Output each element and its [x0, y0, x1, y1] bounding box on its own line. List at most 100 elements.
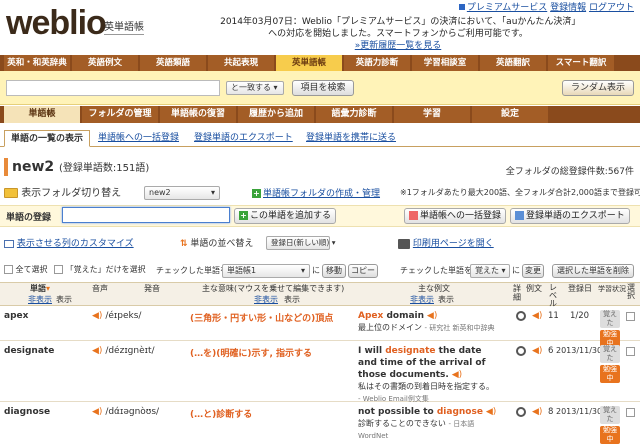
learned-badge[interactable]: 覚えた	[600, 345, 620, 363]
col-word-hide[interactable]: 非表示	[28, 295, 52, 305]
weblio-logo[interactable]: weblio	[6, 6, 107, 40]
bulk-checked-label-2: チェックした単語を	[400, 266, 472, 275]
move-button[interactable]: 移動	[322, 264, 346, 278]
subnav-vocab-diagnosis[interactable]: 語彙力診断	[316, 106, 392, 123]
search-input[interactable]	[6, 80, 220, 96]
row-level: 6	[548, 346, 554, 356]
row-checkbox[interactable]	[626, 312, 635, 321]
nav-thesaurus[interactable]: 英語類語	[140, 55, 206, 71]
studying-badge[interactable]: 勉強中	[600, 426, 620, 444]
row-date: 2013/11/30	[556, 346, 603, 355]
row-checkbox[interactable]	[626, 347, 635, 356]
speaker-icon[interactable]: ◀)	[92, 311, 102, 321]
row-meaning[interactable]: (…を)(明確に)示す, 指示する	[190, 346, 312, 359]
bulk-register-button[interactable]: 単語帳への一括登録	[404, 208, 507, 224]
select-all-checkbox[interactable]	[4, 265, 13, 274]
row-word[interactable]: designate	[4, 346, 54, 356]
announcement: 2014年03月07日：Weblio「プレミアムサービス」の決済において、「au…	[218, 16, 578, 52]
col-meaning-hide[interactable]: 非表示	[254, 295, 278, 305]
subnav-history-add[interactable]: 履歴から追加	[238, 106, 314, 123]
register-info-link[interactable]: 登録情報	[550, 3, 586, 13]
columns-icon	[4, 239, 14, 248]
row-pronunciation: ◀) /dézɪgnèɪt/	[92, 346, 155, 356]
folder-create: + 単語帳フォルダの作成・管理	[252, 186, 380, 199]
row-date: 1/20	[570, 311, 590, 321]
col-word[interactable]: 単語▾	[30, 284, 50, 294]
folder-create-link[interactable]: 単語帳フォルダの作成・管理	[263, 189, 380, 199]
row-checkbox[interactable]	[626, 408, 635, 417]
subnav-settings[interactable]: 設定	[472, 106, 548, 123]
nav-collocations[interactable]: 共起表現	[208, 55, 274, 71]
nav-dictionary[interactable]: 英和・和英辞典	[4, 55, 70, 71]
search-button[interactable]: 項目を検索	[292, 80, 354, 96]
learned-badge[interactable]: 覚えた	[600, 310, 620, 328]
logout-link[interactable]: ログアウト	[589, 3, 634, 13]
folder-switch: 表示フォルダ切り替え	[4, 184, 121, 199]
studying-badge[interactable]: 勉強中	[600, 365, 620, 383]
print-link[interactable]: 印刷用ページを開く	[413, 239, 494, 249]
nav-wordbook[interactable]: 英単語帳	[276, 55, 342, 71]
table-header: 単語▾ 非表示 表示 音声 発音 主な意味(マウスを乗せて編集できます) 非表示…	[0, 282, 640, 308]
subnav-review[interactable]: 単語帳の復習	[160, 106, 236, 123]
export-button[interactable]: 登録単語のエクスポート	[510, 208, 630, 224]
learned-badge[interactable]: 覚えた	[600, 406, 620, 424]
row-pronunciation: ◀) /dάɪəgnòʊs/	[92, 407, 160, 417]
examples-icon[interactable]: ◀)	[532, 311, 542, 321]
register-label: 単語の登録	[6, 213, 52, 223]
row-example: not possible to diagnose ◀) 診断することのできない …	[358, 407, 497, 440]
select-all-label: 全て選択	[15, 265, 48, 274]
customize-columns: 表示させる列のカスタマイズ	[4, 236, 134, 249]
tab-export[interactable]: 登録単語のエクスポート	[188, 130, 299, 147]
sort-select[interactable]: 登録日(新しい順) ▾	[266, 236, 336, 250]
subnav-wordbook[interactable]: 単語帳	[4, 106, 80, 123]
announcement-text: 2014年03月07日：Weblio「プレミアムサービス」の決済において、「au…	[220, 17, 576, 39]
print-page: 印刷用ページを開く	[398, 236, 494, 249]
tab-send-mobile[interactable]: 登録単語を携帯に送る	[300, 130, 402, 147]
row-word[interactable]: diagnose	[4, 407, 50, 417]
speaker-icon[interactable]: ◀)	[427, 311, 437, 321]
copy-button[interactable]: コピー	[348, 264, 378, 278]
subnav-folder-manage[interactable]: フォルダの管理	[82, 106, 158, 123]
row-meaning[interactable]: (…と)診断する	[190, 407, 252, 420]
register-word-input[interactable]	[62, 207, 230, 223]
col-meaning-show: 表示	[284, 295, 300, 304]
random-button[interactable]: ランダム表示	[562, 80, 634, 96]
magnifier-icon[interactable]	[516, 407, 526, 417]
delete-selected-button[interactable]: 選択した単語を削除	[552, 264, 634, 278]
tab-word-list[interactable]: 単語の一覧の表示	[4, 130, 91, 147]
premium-link[interactable]: プレミアムサービス	[467, 3, 547, 13]
status-select[interactable]: 覚えた ▾	[470, 264, 510, 278]
nav-smart-translation[interactable]: スマート翻訳	[548, 55, 614, 71]
tab-bulk-register[interactable]: 単語帳への一括登録	[92, 130, 185, 147]
speaker-icon[interactable]: ◀)	[92, 407, 102, 417]
speaker-icon[interactable]: ◀)	[92, 346, 102, 356]
col-example-hide[interactable]: 非表示	[410, 295, 434, 305]
magnifier-icon[interactable]	[516, 346, 526, 356]
magnifier-icon[interactable]	[516, 311, 526, 321]
top-links: プレミアムサービス 登録情報 ログアウト	[458, 3, 634, 14]
examples-icon[interactable]: ◀)	[532, 407, 542, 417]
speaker-icon[interactable]: ◀)	[486, 407, 496, 417]
row-word[interactable]: apex	[4, 311, 28, 321]
update-history-link[interactable]: »更新履歴一覧を見る	[218, 40, 578, 52]
nav-translation[interactable]: 英語翻訳	[480, 55, 546, 71]
add-word-button[interactable]: + この単語を追加する	[234, 208, 337, 224]
nav-diagnosis[interactable]: 英語力診断	[344, 55, 410, 71]
folder-select[interactable]: new2 ▾	[144, 186, 220, 200]
nav-consultation[interactable]: 学習相談室	[412, 55, 478, 71]
subnav-study[interactable]: 学習	[394, 106, 470, 123]
row-example: I will designate the date and time of th…	[358, 346, 494, 403]
col-word-show: 表示	[56, 295, 72, 304]
customize-columns-link[interactable]: 表示させる列のカスタマイズ	[17, 239, 134, 249]
speaker-icon[interactable]: ◀)	[452, 370, 462, 380]
match-select[interactable]: と一致する ▾	[226, 81, 284, 95]
select-learned-checkbox[interactable]	[54, 265, 64, 274]
wordbook-tabs: 単語の一覧の表示 単語帳への一括登録 登録単語のエクスポート 登録単語を携帯に送…	[0, 130, 640, 147]
nav-examples[interactable]: 英語例文	[72, 55, 138, 71]
target-folder-select[interactable]: 単語帳1 ▾	[222, 264, 310, 278]
change-button[interactable]: 変更	[522, 264, 544, 278]
sub-nav: 単語帳 フォルダの管理 単語帳の復習 履歴から追加 語彙力診断 学習 設定	[0, 106, 640, 123]
bulk-actions: 全て選択 「覚えた」だけを選択	[4, 264, 146, 275]
row-meaning[interactable]: (三角形・円すい形・山などの)頂点	[190, 311, 333, 324]
examples-icon[interactable]: ◀)	[532, 346, 542, 356]
